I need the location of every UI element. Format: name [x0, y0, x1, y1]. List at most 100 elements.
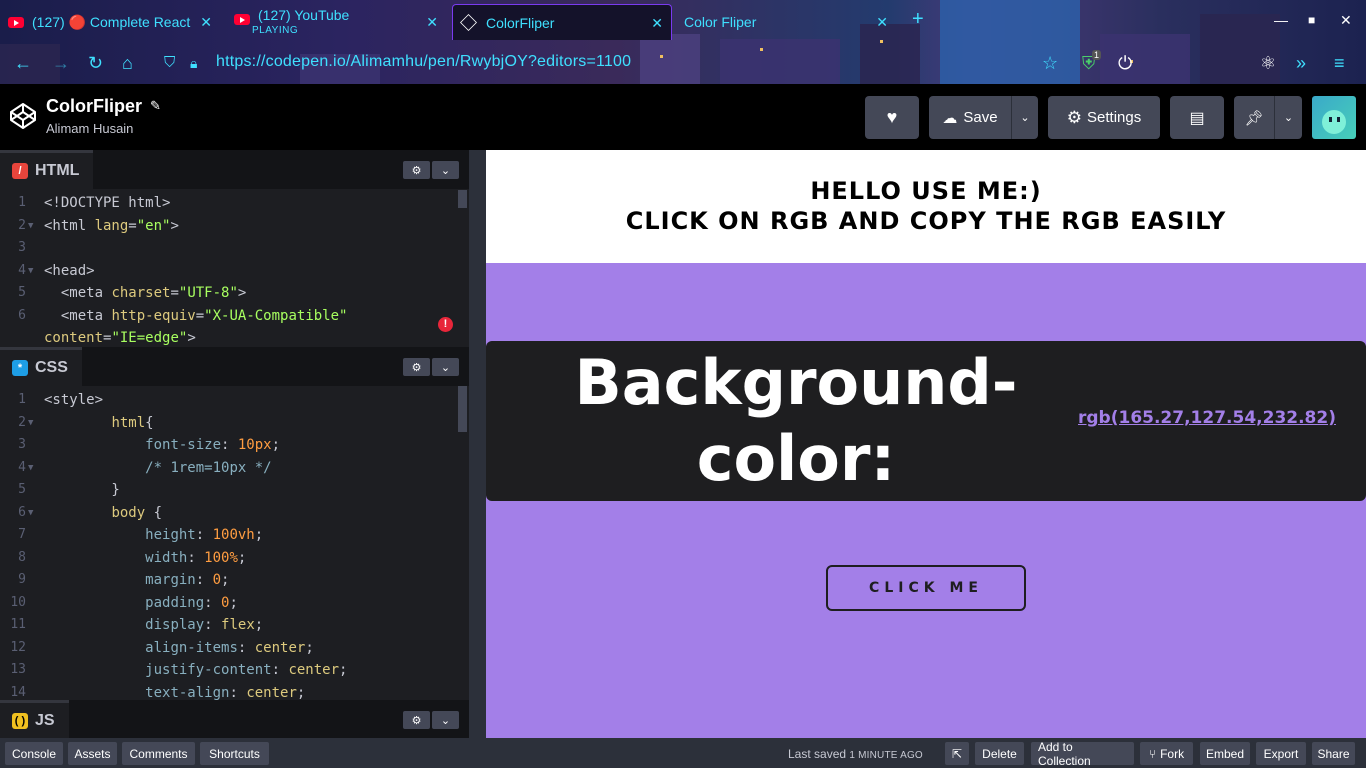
html-code-area[interactable]: 1 <!DOCTYPE html> 2 ▼ <html lang="en"> 3 4 ▼ <he…: [0, 189, 469, 347]
tab-youtube-playing[interactable]: (127) YouTube PLAYING ✕: [226, 4, 446, 40]
css-code-area[interactable]: 1 <style> 2 ▼ html{3 font-size: 10px; 4 ▼ /* …: [0, 386, 469, 700]
code-line[interactable]: 1 <style>: [0, 389, 440, 411]
html-editor-collapse-button[interactable]: ⌄: [432, 161, 459, 179]
open-external-button[interactable]: ⇱: [945, 742, 969, 765]
js-editor-collapse-button[interactable]: ⌄: [432, 711, 459, 729]
fold-arrow-icon[interactable]: ▼: [28, 412, 33, 434]
result-preview: HELLO USE ME:) CLICK ON RGB AND COPY THE…: [486, 150, 1366, 738]
code-text: <meta http-equiv="X-UA-Compatible": [44, 307, 348, 324]
user-avatar[interactable]: [1312, 96, 1356, 139]
close-tab-icon[interactable]: ✕: [426, 14, 438, 31]
comments-button[interactable]: Comments: [122, 742, 195, 765]
code-line[interactable]: 12 align-items: center;: [0, 637, 440, 659]
error-icon[interactable]: !: [438, 317, 453, 332]
code-line[interactable]: content="IE=edge">: [0, 327, 440, 347]
code-text: /* 1rem=10px */: [145, 459, 272, 476]
reload-icon[interactable]: ↻: [88, 52, 103, 74]
code-line[interactable]: 3 font-size: 10px;: [0, 434, 440, 456]
code-line[interactable]: 8 width: 100%;: [0, 547, 440, 569]
css-editor-scrollbar[interactable]: [458, 386, 467, 432]
pane-resizer[interactable]: [469, 150, 486, 738]
react-devtools-icon[interactable]: ⚛: [1260, 52, 1276, 74]
bookmark-star-icon[interactable]: ☆: [1042, 52, 1058, 74]
code-line[interactable]: 5 <meta charset="UTF-8">: [0, 282, 440, 304]
pen-title[interactable]: ColorFliper: [46, 96, 142, 117]
html-editor-settings-button[interactable]: ⚙: [403, 161, 430, 179]
forward-icon[interactable]: →: [52, 52, 70, 74]
more-extensions-icon[interactable]: »: [1296, 52, 1306, 74]
tab-color-fliper[interactable]: Color Fliper ✕: [678, 4, 896, 40]
close-tab-icon[interactable]: ✕: [200, 14, 212, 31]
code-line[interactable]: 5 }: [0, 479, 440, 501]
embed-label: Embed: [1205, 746, 1245, 761]
code-line[interactable]: 9 margin: 0;: [0, 569, 440, 591]
add-to-collection-button[interactable]: Add to Collection: [1031, 740, 1134, 768]
code-line[interactable]: 10 padding: 0;: [0, 592, 440, 614]
css-editor-settings-button[interactable]: ⚙: [403, 358, 430, 376]
code-line[interactable]: 4 ▼ /* 1rem=10px */: [0, 457, 440, 479]
click-me-button[interactable]: CLICK ME: [826, 565, 1026, 611]
pin-options-dropdown[interactable]: ⌄: [1274, 96, 1302, 139]
code-line[interactable]: 14 text-align: center;: [0, 682, 440, 701]
code-text: <head>: [44, 262, 95, 279]
code-line[interactable]: 6 ▼ body {: [0, 502, 440, 524]
menu-icon[interactable]: ≡: [1334, 52, 1345, 74]
code-line[interactable]: 6 <meta http-equiv="X-UA-Compatible": [0, 305, 440, 327]
code-line[interactable]: 7 height: 100vh;: [0, 524, 440, 546]
tab-colorfliper-active[interactable]: ColorFliper ✕: [452, 4, 672, 40]
home-icon[interactable]: ⌂: [122, 52, 133, 74]
code-line[interactable]: 2 ▼ <html lang="en">: [0, 215, 440, 237]
code-line[interactable]: 11 display: flex;: [0, 614, 440, 636]
codepen-logo-icon[interactable]: [8, 101, 38, 131]
rgb-value-link[interactable]: rgb(165.27,127.54,232.82): [1078, 408, 1336, 428]
fork-label: Fork: [1160, 746, 1185, 761]
edit-title-pencil-icon[interactable]: ✎: [150, 98, 161, 114]
tab-bar: (127) 🔴 Complete React ✕ (127) YouTube P…: [0, 0, 1366, 42]
pin-button[interactable]: 📌︎: [1234, 96, 1274, 139]
like-button[interactable]: ♥: [865, 96, 919, 139]
css-editor-tab[interactable]: * CSS: [0, 347, 82, 386]
fold-arrow-icon[interactable]: ▼: [28, 457, 33, 479]
fold-arrow-icon[interactable]: ▼: [28, 502, 33, 524]
minimize-window-icon[interactable]: —: [1274, 12, 1288, 28]
assets-button[interactable]: Assets: [68, 742, 117, 765]
console-button[interactable]: Console: [5, 742, 63, 765]
code-line[interactable]: 3: [0, 237, 440, 259]
save-options-dropdown[interactable]: ⌄: [1011, 96, 1038, 139]
code-line[interactable]: 4 ▼ <head>: [0, 260, 440, 282]
fork-button[interactable]: ⑂ Fork: [1140, 742, 1193, 765]
fold-arrow-icon[interactable]: ▼: [28, 260, 33, 282]
pen-author[interactable]: Alimam Husain: [46, 121, 133, 136]
maximize-window-icon[interactable]: ■: [1308, 13, 1315, 27]
fold-arrow-icon[interactable]: ▼: [28, 215, 33, 237]
save-button[interactable]: ☁ Save: [929, 96, 1011, 139]
export-button[interactable]: Export: [1256, 742, 1306, 765]
css-editor-collapse-button[interactable]: ⌄: [432, 358, 459, 376]
address-bar-url[interactable]: https://codepen.io/Alimamhu/pen/RwybjOY?…: [216, 53, 631, 71]
navigation-bar: ← → ↻ ⌂ ⛉ 🔒︎ ☆ ⛨ 1 ⏻ ⚛ » ≡: [0, 42, 1366, 84]
close-window-icon[interactable]: ✕: [1340, 12, 1352, 29]
tab-youtube-react[interactable]: (127) 🔴 Complete React ✕: [0, 4, 220, 40]
share-button[interactable]: Share: [1312, 742, 1355, 765]
shield-icon[interactable]: ⛉: [164, 52, 175, 74]
code-text: height: 100vh;: [145, 527, 264, 543]
close-tab-icon[interactable]: ✕: [876, 14, 888, 31]
js-editor-tab[interactable]: ( ) JS: [0, 700, 69, 739]
html-editor-tab[interactable]: / HTML: [0, 150, 94, 189]
settings-button[interactable]: ⚙ Settings: [1048, 96, 1160, 139]
new-tab-button[interactable]: +: [912, 8, 924, 31]
delete-button[interactable]: Delete: [975, 742, 1024, 765]
shortcuts-button[interactable]: Shortcuts: [200, 742, 269, 765]
code-line[interactable]: 1 <!DOCTYPE html>: [0, 192, 440, 214]
embed-button[interactable]: Embed: [1200, 742, 1250, 765]
code-line[interactable]: 2 ▼ html{: [0, 412, 440, 434]
html-editor-scrollbar[interactable]: [458, 190, 467, 208]
power-icon[interactable]: ⏻: [1118, 52, 1132, 74]
change-view-button[interactable]: ▤: [1170, 96, 1224, 139]
close-tab-icon[interactable]: ✕: [651, 15, 663, 32]
back-icon[interactable]: ←: [14, 52, 32, 74]
code-line[interactable]: 13 justify-content: center;: [0, 659, 440, 681]
js-editor-settings-button[interactable]: ⚙: [403, 711, 430, 729]
tab-label: (127) 🔴 Complete React: [32, 13, 191, 30]
layout-icon: ▤: [1189, 109, 1205, 127]
